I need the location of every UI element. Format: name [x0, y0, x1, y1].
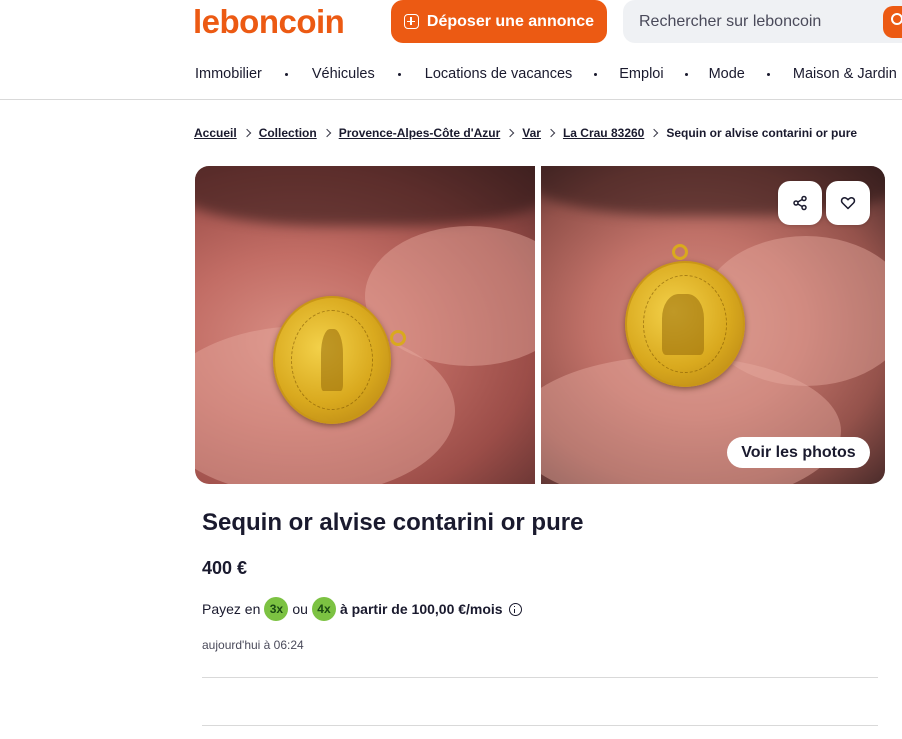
- pay-suffix: à partir de 100,00 €/mois: [339, 601, 503, 617]
- site-header: leboncoin Déposer une annonce Immobilier…: [0, 0, 902, 100]
- breadcrumb-city[interactable]: La Crau 83260: [563, 126, 644, 140]
- pay-prefix: Payez en: [202, 601, 261, 617]
- breadcrumb-collection[interactable]: Collection: [259, 126, 317, 140]
- installment-info: Payez en 3x ou 4x à partir de 100,00 €/m…: [202, 597, 522, 621]
- nav-item-locations-vacances[interactable]: Locations de vacances: [425, 66, 573, 82]
- plus-square-icon: [403, 14, 419, 29]
- breadcrumb-department[interactable]: Var: [522, 126, 541, 140]
- divider: [202, 677, 878, 678]
- heart-icon: [840, 197, 856, 210]
- divider: [202, 725, 878, 726]
- pay-or: ou: [292, 601, 308, 617]
- share-icon: [793, 195, 807, 211]
- nav-item-emploi[interactable]: Emploi: [619, 66, 663, 82]
- nav-item-maison-jardin[interactable]: Maison & Jardin: [793, 66, 897, 82]
- listing-price: 400 €: [202, 558, 248, 578]
- nav-item-vehicules[interactable]: Véhicules: [312, 66, 375, 82]
- share-button[interactable]: [778, 181, 822, 225]
- breadcrumb-current: Sequin or alvise contarini or pure: [666, 126, 858, 140]
- nav-separator: [897, 73, 902, 76]
- nav-separator: [572, 72, 619, 76]
- listing-photo-1[interactable]: [195, 166, 535, 484]
- category-nav: Immobilier Véhicules Locations de vacanc…: [195, 66, 902, 82]
- leboncoin-logo[interactable]: leboncoin: [193, 3, 345, 41]
- photo-gallery: Voir les photos: [195, 166, 885, 484]
- chevron-right-icon: [650, 128, 659, 138]
- chevron-right-icon: [242, 128, 251, 138]
- badge-3x: 3x: [264, 597, 289, 621]
- search-bar: [623, 0, 902, 43]
- breadcrumb: Accueil Collection Provence-Alpes-Côte d…: [194, 126, 857, 140]
- view-photos-button[interactable]: Voir les photos: [727, 437, 870, 468]
- listing-title: Sequin or alvise contarini or pure: [202, 509, 584, 536]
- nav-separator: [375, 72, 425, 76]
- nav-separator: [664, 72, 709, 76]
- breadcrumb-region[interactable]: Provence-Alpes-Côte d'Azur: [339, 126, 501, 140]
- breadcrumb-accueil[interactable]: Accueil: [194, 126, 237, 140]
- nav-separator: [262, 72, 312, 76]
- post-ad-button[interactable]: Déposer une annonce: [391, 0, 607, 43]
- nav-item-immobilier[interactable]: Immobilier: [195, 66, 262, 82]
- search-input[interactable]: [639, 12, 869, 31]
- favorite-button[interactable]: [826, 181, 870, 225]
- nav-separator: [745, 72, 793, 76]
- post-ad-label: Déposer une annonce: [426, 12, 595, 30]
- chevron-right-icon: [322, 128, 331, 138]
- badge-4x: 4x: [311, 597, 336, 621]
- search-icon: [891, 13, 902, 25]
- info-icon[interactable]: [508, 602, 522, 616]
- search-button[interactable]: [883, 6, 902, 38]
- nav-item-mode[interactable]: Mode: [709, 66, 745, 82]
- chevron-right-icon: [546, 128, 556, 138]
- chevron-right-icon: [506, 128, 515, 138]
- listing-date: aujourd'hui à 06:24: [202, 638, 304, 652]
